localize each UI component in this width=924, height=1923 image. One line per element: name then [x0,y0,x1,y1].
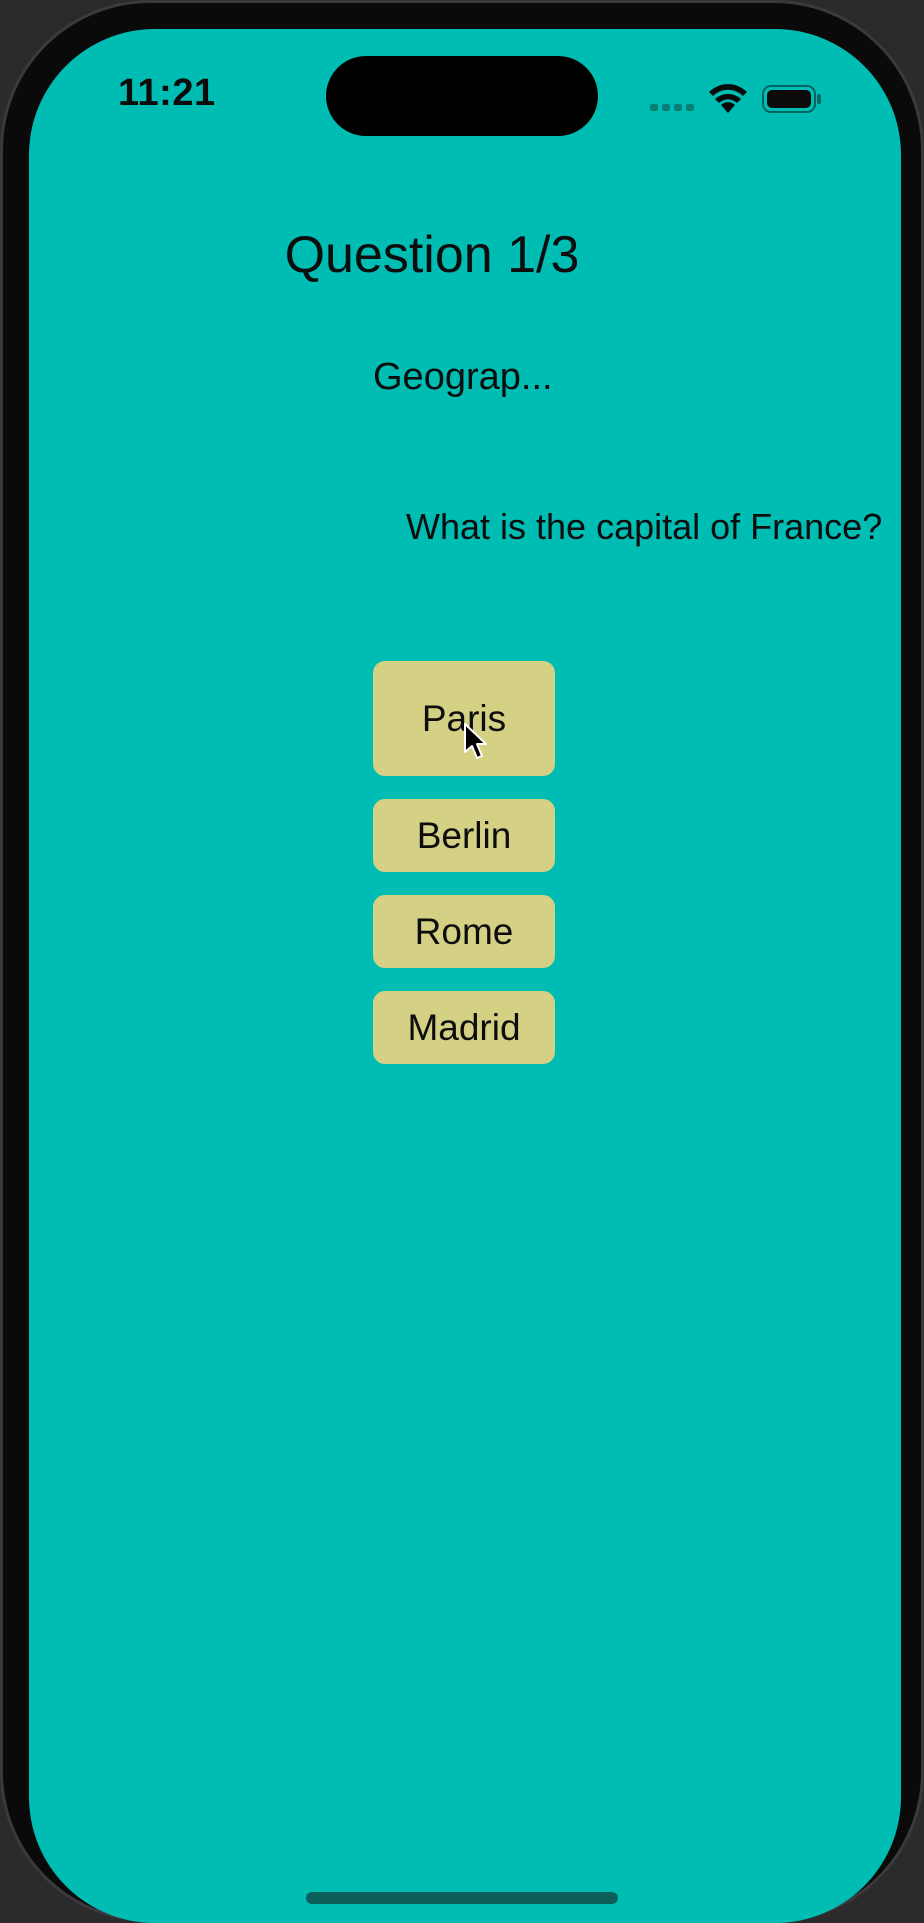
wifi-icon [709,84,747,113]
question-text: What is the capital of France? [406,506,883,547]
answer-label: Rome [414,910,514,952]
cellular-signal-icon [650,103,694,111]
category-label: Geograp... [373,356,553,398]
home-indicator[interactable] [306,1892,618,1904]
answer-button-rome[interactable]: Rome [373,895,555,968]
status-time: 11:21 [118,72,216,114]
battery-icon [762,85,821,113]
mouse-pointer-icon [464,723,487,759]
answer-label: Berlin [416,814,512,856]
question-counter-title: Question 1/3 [284,226,580,284]
answer-button-berlin[interactable]: Berlin [373,799,555,872]
answer-button-madrid[interactable]: Madrid [373,991,555,1064]
dynamic-island [326,56,598,136]
app-screen [29,29,901,1923]
answer-label: Madrid [407,1006,521,1048]
